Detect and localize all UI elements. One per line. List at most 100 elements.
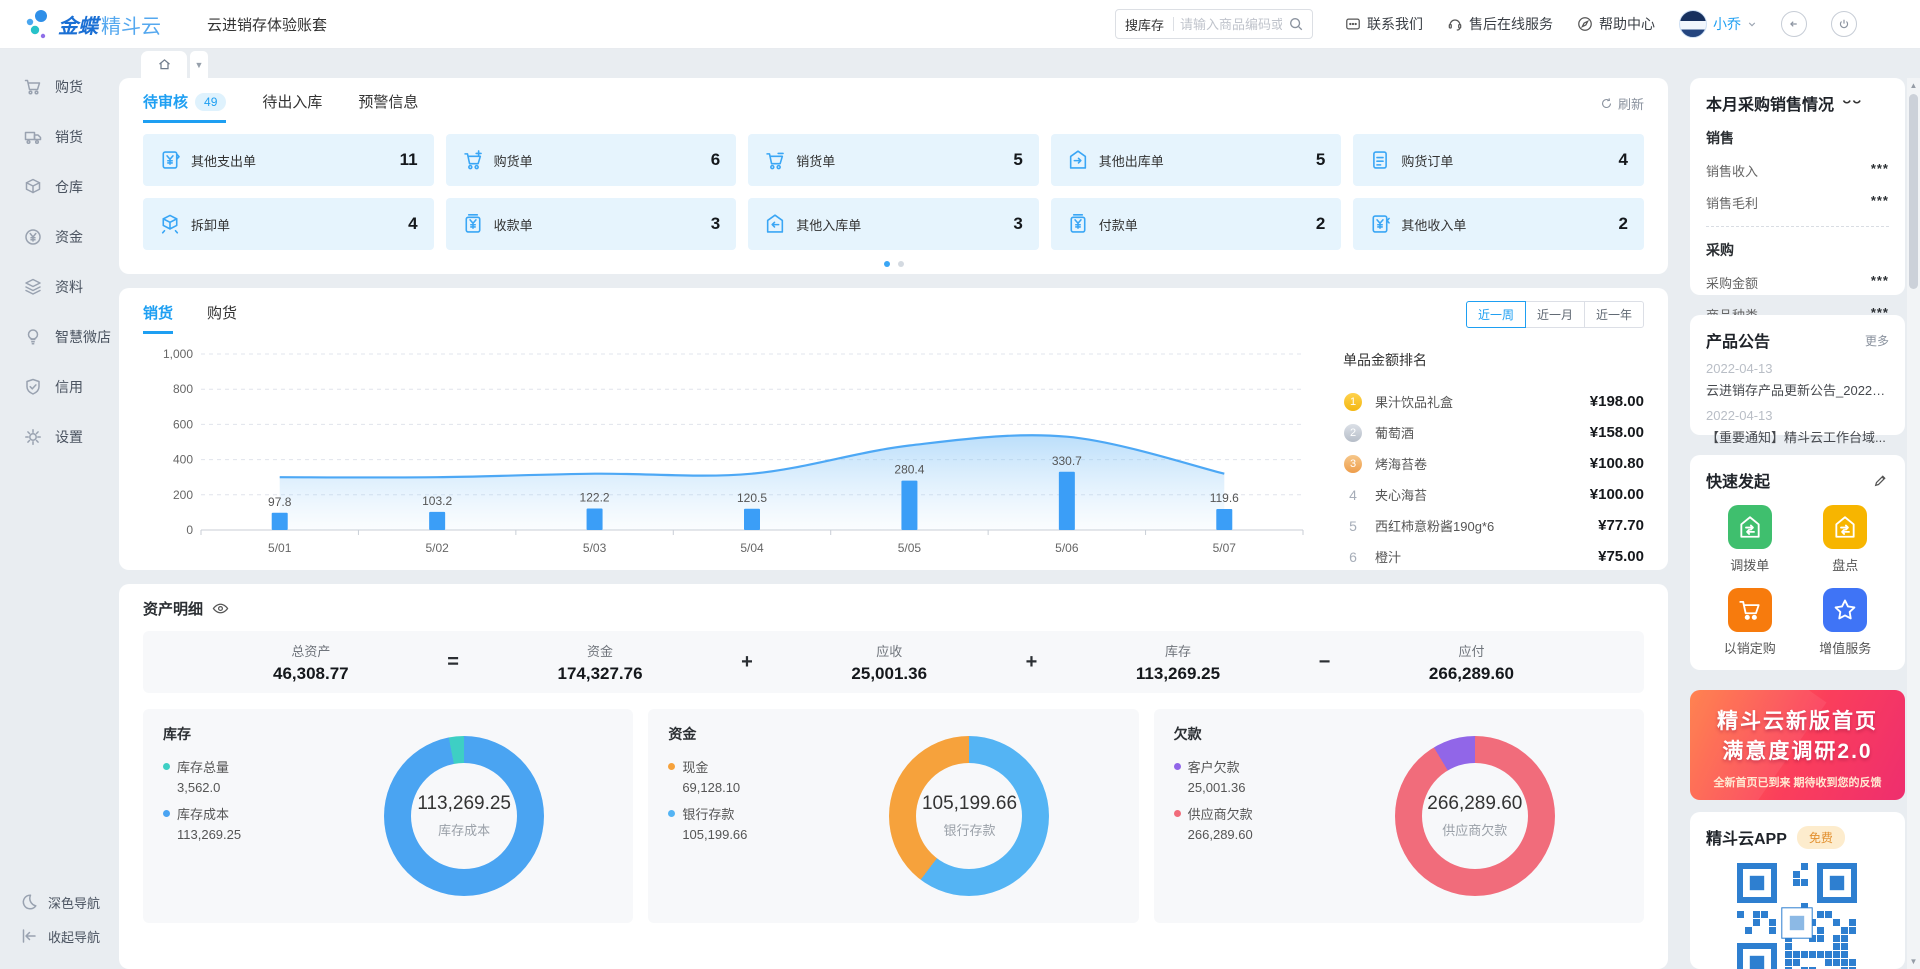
- pending-card-other-expense-bill[interactable]: 其他支出单11: [143, 134, 434, 186]
- cart-plus-icon: [462, 149, 484, 171]
- search-input[interactable]: [1174, 17, 1288, 32]
- scroll-thumb[interactable]: [1909, 94, 1918, 289]
- sidebar-item-sales[interactable]: 销货: [0, 112, 119, 162]
- sidebar-footer-label: 深色导航: [48, 893, 100, 912]
- card-count: 11: [400, 150, 418, 170]
- summary-section-heading: 采购: [1706, 240, 1889, 260]
- pending-card-receipt-bill[interactable]: 收款单3: [446, 198, 737, 250]
- range-button-2[interactable]: 近一月: [1525, 301, 1585, 328]
- sales-trend-panel: 销货 购货 近一周近一月近一年 02004006008001,00097.85/0…: [119, 288, 1668, 570]
- pending-card-other-inbound-bill[interactable]: 其他入库单3: [748, 198, 1039, 250]
- pending-card-purchase-bill[interactable]: 购货单6: [446, 134, 737, 186]
- ranking-item-name: 西红柿意粉酱190g*6: [1375, 516, 1598, 535]
- announcements-title: 产品公告: [1706, 328, 1770, 352]
- svg-text:5/01: 5/01: [268, 541, 292, 555]
- donut-center: 266,289.60供应商欠款: [1422, 763, 1528, 869]
- sidebar-item-purchase[interactable]: 购货: [0, 62, 119, 112]
- summary-row: 销售毛利***: [1706, 193, 1889, 212]
- scroll-up-arrow[interactable]: ▲: [1907, 81, 1920, 90]
- pending-tab-2[interactable]: 待出入库: [262, 91, 322, 123]
- trend-tab-2[interactable]: 购货: [207, 302, 237, 334]
- pending-card-other-income-bill[interactable]: 其他收入单2: [1353, 198, 1644, 250]
- ranking-item-price: ¥100.00: [1590, 486, 1644, 503]
- card-label: 其他入库单: [796, 215, 1013, 234]
- quick-item-purchase-by-sales[interactable]: 以销定购: [1706, 588, 1794, 657]
- quick-launch-panel: 快速发起 调拨单盘点以销定购增值服务: [1690, 455, 1905, 670]
- ranking-item: 5西红柿意粉酱190g*6¥77.70: [1343, 510, 1644, 541]
- tab-dropdown-button[interactable]: ▼: [190, 51, 208, 78]
- pending-card-payment-bill[interactable]: 付款单2: [1051, 198, 1342, 250]
- home-tab[interactable]: [141, 51, 187, 78]
- ranking-item: 6橙汁¥75.00: [1343, 541, 1644, 572]
- back-button[interactable]: [1781, 11, 1807, 37]
- quick-item-transfer-order[interactable]: 调拨单: [1706, 505, 1794, 574]
- donut-center-value: 105,199.66: [922, 793, 1017, 815]
- item-amount-ranking: 单品金额排名 1果汁饮品礼盒¥198.002葡萄酒¥158.003烤海苔卷¥10…: [1333, 338, 1644, 572]
- card-label: 拆卸单: [191, 215, 408, 234]
- search-scope-selector[interactable]: 搜库存: [1116, 15, 1173, 34]
- sidebar-item-warehouse[interactable]: 仓库: [0, 162, 119, 212]
- eye-open-icon[interactable]: [212, 600, 229, 617]
- brand-logo[interactable]: 金蝶 精斗云: [26, 9, 161, 39]
- sidebar-item-credit[interactable]: 信用: [0, 362, 119, 412]
- pending-card-sales-bill[interactable]: 销货单5: [748, 134, 1039, 186]
- help-center-link[interactable]: 帮助中心: [1577, 14, 1655, 34]
- sidebar-item-smart-store[interactable]: 智慧微店: [0, 312, 119, 362]
- sales-trend-chart: 02004006008001,00097.85/01103.25/02122.2…: [143, 338, 1333, 560]
- sidebar-item-settings[interactable]: 设置: [0, 412, 119, 462]
- svg-text:0: 0: [186, 523, 193, 537]
- legend-label-row: 库存总量: [163, 757, 315, 776]
- pending-tab-3[interactable]: 预警信息: [358, 91, 418, 123]
- formula-operator: −: [1319, 651, 1331, 674]
- announcement-link[interactable]: 【重要通知】精斗云工作台域...: [1706, 427, 1889, 446]
- house-out-icon: [1067, 149, 1089, 171]
- house-in-icon: [764, 213, 786, 235]
- card-count: 2: [1316, 214, 1325, 234]
- ranking-item: 1果汁饮品礼盒¥198.00: [1343, 386, 1644, 417]
- quick-item-value-added-service[interactable]: 增值服务: [1802, 588, 1890, 657]
- more-link[interactable]: 更多: [1865, 332, 1889, 349]
- announcement-link[interactable]: 云进销存产品更新公告_20220...: [1706, 380, 1889, 399]
- refresh-button[interactable]: 刷新: [1600, 94, 1644, 113]
- scroll-down-arrow[interactable]: ▼: [1907, 957, 1920, 966]
- pencil-icon[interactable]: [1873, 472, 1889, 488]
- pending-card-other-outbound-bill[interactable]: 其他出库单5: [1051, 134, 1342, 186]
- ranking-item-name: 夹心海苔: [1375, 485, 1590, 504]
- user-menu[interactable]: 小乔: [1679, 10, 1757, 38]
- sidebar-footer-collapse-nav[interactable]: 收起导航: [0, 919, 119, 953]
- house-swap-icon: [1728, 505, 1772, 549]
- after-sales-service-link[interactable]: 售后在线服务: [1447, 14, 1553, 34]
- logout-power-button[interactable]: [1831, 11, 1857, 37]
- trend-tab-1[interactable]: 销货: [143, 302, 173, 334]
- yen-in-icon: [1369, 213, 1391, 235]
- card-count: 4: [408, 214, 417, 234]
- eye-closed-icon[interactable]: [1842, 96, 1862, 110]
- ranking-item-name: 葡萄酒: [1375, 423, 1590, 442]
- pending-card-disassembly-bill[interactable]: 拆卸单4: [143, 198, 434, 250]
- pending-tab-1[interactable]: 待审核49: [143, 91, 226, 123]
- legend-dot: [1174, 763, 1181, 770]
- sidebar-item-data[interactable]: 资料: [0, 262, 119, 312]
- search-icon[interactable]: [1288, 16, 1304, 32]
- quick-item-stocktake[interactable]: 盘点: [1802, 505, 1890, 574]
- legend-dot: [668, 763, 675, 770]
- banner-subtext: 全新首页已到来 期待收到您的反馈: [1690, 774, 1905, 790]
- pending-tabs: 待审核49 待出入库 预警信息 刷新: [143, 91, 1644, 123]
- legend-value: 25,001.36: [1188, 780, 1326, 795]
- range-button-1[interactable]: 近一周: [1466, 301, 1526, 328]
- doc-icon: [1369, 149, 1391, 171]
- svg-text:5/05: 5/05: [898, 541, 922, 555]
- pagination-dot-1[interactable]: [884, 261, 890, 267]
- monthly-summary-panel: 本月采购销售情况 销售销售收入***销售毛利***采购采购金额***商品种类**…: [1690, 78, 1905, 295]
- pending-card-purchase-order[interactable]: 购货订单4: [1353, 134, 1644, 186]
- survey-banner[interactable]: 精斗云新版首页 满意度调研2.0 全新首页已到来 期待收到您的反馈: [1690, 690, 1905, 800]
- sidebar-item-funds[interactable]: 资金: [0, 212, 119, 262]
- donut-wrap: 105,199.66银行存款: [820, 724, 1118, 908]
- contact-us-link[interactable]: 联系我们: [1345, 14, 1423, 34]
- logo-dots-icon: [26, 9, 52, 39]
- pagination-dot-2[interactable]: [898, 261, 904, 267]
- sidebar-footer-dark-nav[interactable]: 深色导航: [0, 885, 119, 919]
- legend-label-row: 供应商欠款: [1174, 804, 1326, 823]
- range-button-3[interactable]: 近一年: [1584, 301, 1644, 328]
- legend-label-row: 库存成本: [163, 804, 315, 823]
